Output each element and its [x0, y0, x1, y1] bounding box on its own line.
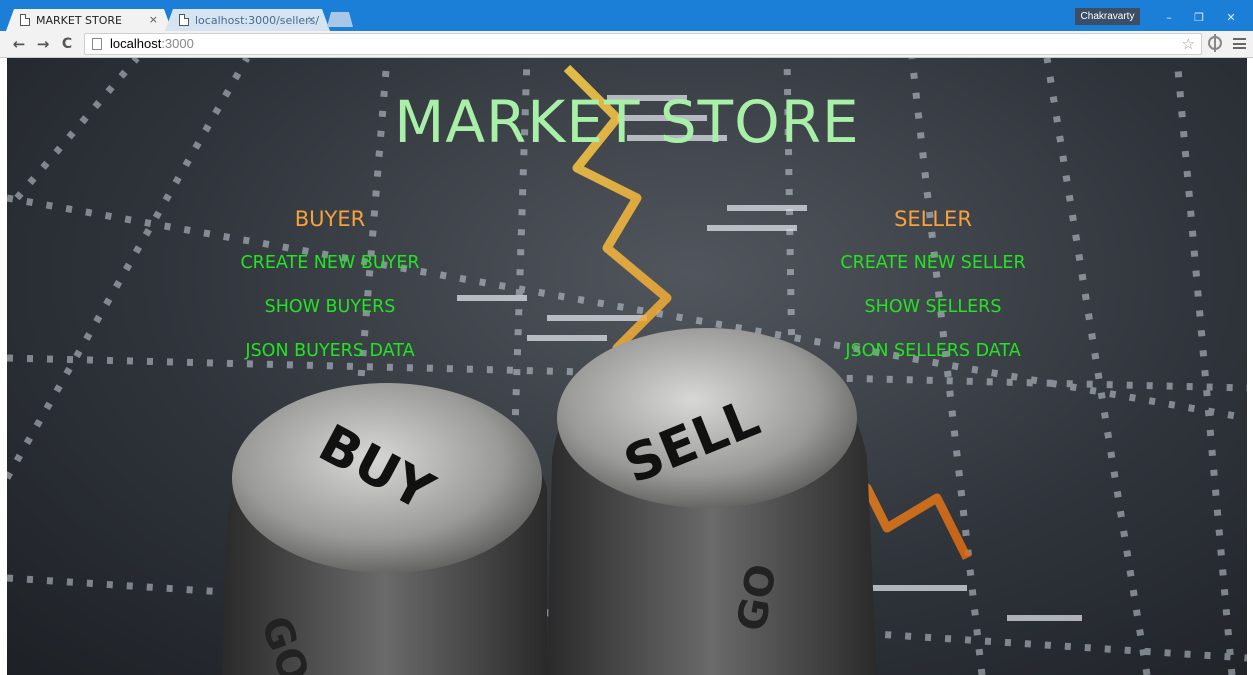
bookmark-star-icon[interactable]: ☆ — [1182, 35, 1195, 53]
browser-titlebar: MARKET STORE × localhost:3000/sellers/ ×… — [0, 0, 1253, 31]
tab-sellers[interactable]: localhost:3000/sellers/ × — [165, 9, 330, 31]
buyer-section: BUYER CREATE NEW BUYER SHOW BUYERS JSON … — [170, 206, 490, 362]
seller-section: SELLER CREATE NEW SELLER SHOW SELLERS JS… — [773, 206, 1093, 362]
reload-button[interactable]: C — [57, 34, 77, 54]
page-icon — [92, 38, 102, 50]
show-sellers-link[interactable]: SHOW SELLERS — [773, 296, 1093, 318]
buy-die: BUY GO — [222, 383, 547, 675]
create-new-buyer-link[interactable]: CREATE NEW BUYER — [170, 252, 490, 274]
seller-heading: SELLER — [894, 207, 972, 231]
url-host: localhost — [110, 36, 162, 51]
tab-title: MARKET STORE — [36, 13, 122, 27]
browser-toolbar: ← → C localhost:3000 ☆ — [0, 31, 1253, 58]
json-buyers-data-link[interactable]: JSON BUYERS DATA — [170, 340, 490, 362]
close-tab-icon[interactable]: × — [307, 13, 316, 26]
sell-die: SELL GO — [547, 328, 877, 675]
page-icon — [20, 14, 30, 26]
address-bar[interactable]: localhost:3000 ☆ — [84, 33, 1202, 55]
tab-title: localhost:3000/sellers/ — [195, 13, 320, 27]
create-new-seller-link[interactable]: CREATE NEW SELLER — [773, 252, 1093, 274]
address-url[interactable]: localhost:3000 — [110, 36, 194, 51]
profile-button[interactable]: Chakravarty — [1075, 8, 1140, 25]
menu-icon[interactable] — [1233, 38, 1246, 49]
tab-market-store[interactable]: MARKET STORE × — [6, 9, 172, 31]
minimize-button[interactable]: – — [1155, 9, 1183, 27]
json-sellers-data-link[interactable]: JSON SELLERS DATA — [773, 340, 1093, 362]
new-tab-button[interactable] — [327, 12, 353, 27]
url-port: :3000 — [161, 36, 194, 51]
forward-button[interactable]: → — [33, 34, 53, 54]
page-title: MARKET STORE — [394, 88, 860, 156]
show-buyers-link[interactable]: SHOW BUYERS — [170, 296, 490, 318]
page-viewport: BUY GO SELL GO MARKET STORE BUYER CREATE… — [7, 58, 1247, 675]
restore-button[interactable]: ❐ — [1185, 9, 1213, 27]
buyer-heading: BUYER — [294, 207, 366, 231]
page-icon — [179, 14, 189, 26]
back-button[interactable]: ← — [9, 34, 29, 54]
extension-icon[interactable] — [1208, 34, 1222, 52]
close-tab-icon[interactable]: × — [149, 13, 158, 26]
close-window-button[interactable]: ✕ — [1217, 9, 1245, 27]
